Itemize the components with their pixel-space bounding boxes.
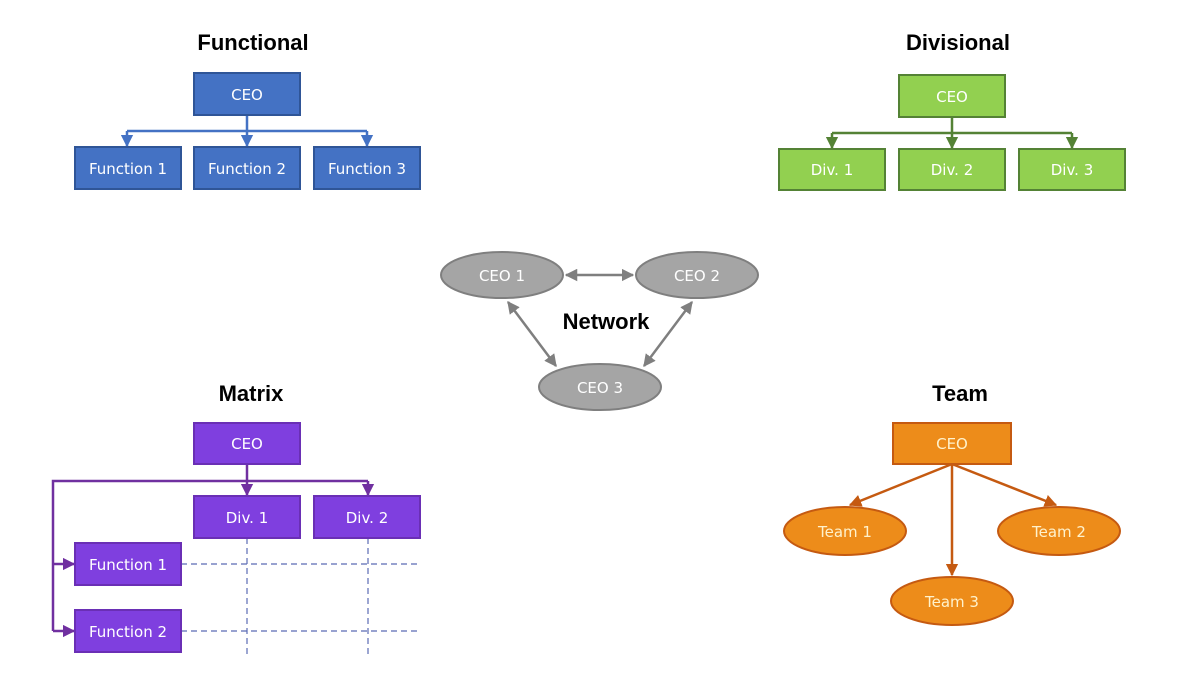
- node-label: CEO: [231, 86, 263, 104]
- node-label: Function 1: [89, 556, 167, 574]
- arrow-to-team-1: [848, 462, 953, 507]
- node-label: Function 2: [89, 623, 167, 641]
- divisional-connectors: [825, 117, 1079, 150]
- link-ceo1-ceo3: [507, 301, 557, 367]
- node-label: Team 3: [924, 593, 979, 611]
- node-label: Div. 2: [346, 509, 389, 527]
- matrix-node-function-1: Function 1: [74, 542, 182, 586]
- team-node-team-3: Team 3: [890, 576, 1014, 626]
- arrow-to-team-2: [951, 462, 1058, 507]
- matrix-structure: Matrix CEO Div. 1 Div. 2 Function 1 Func…: [51, 381, 421, 655]
- divisional-node-div-2: Div. 2: [898, 148, 1006, 191]
- node-label: CEO 3: [577, 379, 623, 397]
- node-label: CEO 1: [479, 267, 525, 285]
- node-label: CEO 2: [674, 267, 720, 285]
- node-label: Function 1: [89, 160, 167, 178]
- divisional-title: Divisional: [906, 30, 1010, 55]
- network-structure: CEO 1 CEO 2 CEO 3 Network: [440, 251, 759, 411]
- matrix-node-div-2: Div. 2: [313, 495, 421, 539]
- matrix-node-div-1: Div. 1: [193, 495, 301, 539]
- node-label: Function 3: [328, 160, 406, 178]
- matrix-title: Matrix: [219, 381, 285, 406]
- node-label: Function 2: [208, 160, 286, 178]
- divisional-node-div-3: Div. 3: [1018, 148, 1126, 191]
- node-label: CEO: [936, 435, 968, 453]
- functional-connectors: [120, 115, 374, 148]
- network-node-ceo-1: CEO 1: [440, 251, 564, 299]
- team-title: Team: [932, 381, 988, 406]
- divisional-node-div-1: Div. 1: [778, 148, 886, 191]
- node-label: CEO: [936, 88, 968, 106]
- org-structures-diagram: Functional CEO Function 1 Function 2 Fun…: [51, 30, 1126, 655]
- functional-structure: Functional CEO Function 1 Function 2 Fun…: [74, 30, 421, 190]
- node-label: Div. 2: [931, 161, 974, 179]
- functional-node-function-1: Function 1: [74, 146, 182, 190]
- team-structure: Team CEO Team 1 Team 2 Team 3: [783, 381, 1121, 626]
- team-ceo-node: CEO: [892, 422, 1012, 465]
- team-node-team-1: Team 1: [783, 506, 907, 556]
- divisional-ceo-node: CEO: [898, 74, 1006, 118]
- functional-ceo-node: CEO: [193, 72, 301, 116]
- matrix-ceo-node: CEO: [193, 422, 301, 465]
- team-node-team-2: Team 2: [997, 506, 1121, 556]
- node-label: Div. 1: [811, 161, 854, 179]
- node-label: Team 2: [1031, 523, 1086, 541]
- functional-node-function-3: Function 3: [313, 146, 421, 190]
- divisional-structure: Divisional CEO Div. 1 Div. 2 Div. 3: [778, 30, 1126, 191]
- network-node-ceo-3: CEO 3: [538, 363, 662, 411]
- node-label: Div. 1: [226, 509, 269, 527]
- matrix-node-function-2: Function 2: [74, 609, 182, 653]
- functional-title: Functional: [197, 30, 308, 55]
- network-node-ceo-2: CEO 2: [635, 251, 759, 299]
- matrix-dashed-grid: [181, 538, 420, 655]
- functional-node-function-2: Function 2: [193, 146, 301, 190]
- network-title: Network: [563, 309, 651, 334]
- link-ceo2-ceo3: [643, 301, 693, 367]
- node-label: Team 1: [817, 523, 872, 541]
- node-label: Div. 3: [1051, 161, 1094, 179]
- node-label: CEO: [231, 435, 263, 453]
